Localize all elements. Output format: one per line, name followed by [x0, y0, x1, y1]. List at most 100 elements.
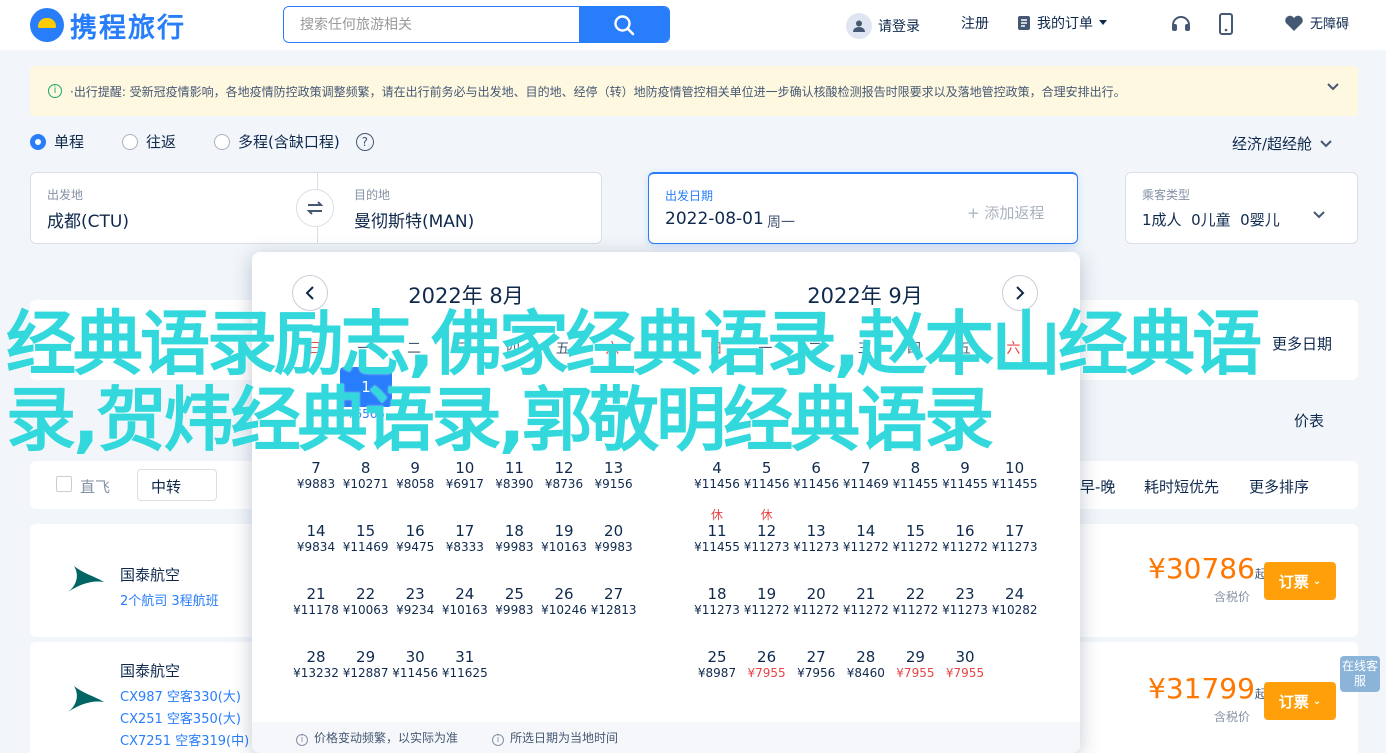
trip-type-round-trip[interactable]: 往返	[122, 131, 176, 152]
holiday-tag	[840, 571, 892, 585]
logo-text: 携程旅行	[70, 12, 186, 44]
calendar-day[interactable]: 29 ¥7955	[889, 634, 941, 680]
accessibility-label: 无障碍	[1310, 17, 1350, 32]
calendar-day[interactable]: 24 ¥10282	[989, 571, 1041, 617]
calendar-day[interactable]: 29 ¥12887	[340, 634, 392, 680]
sort-shortest[interactable]: 耗时短优先	[1144, 476, 1219, 497]
calendar-day[interactable]: 20 ¥11272	[790, 571, 842, 617]
mobile-app-button[interactable]	[1219, 13, 1233, 35]
flight-detail[interactable]: CX251 空客350(大)	[120, 708, 241, 727]
flight-detail[interactable]: CX987 空客330(大)	[120, 686, 241, 705]
day-price: ¥11272	[842, 540, 889, 554]
search-input[interactable]	[284, 7, 579, 42]
price-table-link[interactable]: 价表	[1294, 410, 1324, 431]
transfer-filter[interactable]: 中转	[137, 469, 217, 501]
day-price: ¥9983	[495, 603, 534, 617]
origin-field[interactable]: 出发地 成都(CTU)	[31, 173, 317, 243]
day-price: ¥11456	[392, 666, 439, 680]
search-button[interactable]	[579, 7, 669, 42]
flight-detail[interactable]: 2个航司 3程航班	[120, 590, 219, 609]
calendar-day[interactable]: 24 ¥10163	[439, 571, 491, 617]
cabin-class-select[interactable]: 经济/超经舱	[1232, 133, 1332, 154]
day-price: ¥11272	[743, 603, 790, 617]
calendar-day[interactable]: 18 ¥9983	[488, 508, 540, 554]
customer-service-button[interactable]	[1170, 13, 1192, 35]
register-link[interactable]: 注册	[961, 13, 989, 33]
calendar-day[interactable]: 27 ¥7956	[790, 634, 842, 680]
holiday-tag	[439, 508, 491, 522]
date-value: 2022-08-01	[665, 209, 764, 229]
calendar-day[interactable]: 28 ¥8460	[840, 634, 892, 680]
calendar-day[interactable]: 30 ¥11456	[389, 634, 441, 680]
transfer-label: 中转	[151, 478, 182, 496]
checkbox-icon[interactable]	[56, 476, 72, 492]
logo[interactable]: 携程旅行	[30, 6, 186, 44]
login-link[interactable]: 请登录	[846, 13, 920, 39]
departure-date-field[interactable]: 出发日期 2022-08-01 周一 + 添加返程	[648, 172, 1078, 244]
calendar-day[interactable]: 22 ¥10063	[340, 571, 392, 617]
holiday-tag	[290, 634, 342, 648]
calendar-day[interactable]: 25 ¥8987	[691, 634, 743, 680]
day-price: ¥7955	[945, 666, 985, 680]
add-return-button[interactable]: + 添加返程	[967, 202, 1044, 223]
calendar-day[interactable]: 21 ¥11178	[290, 571, 342, 617]
swap-cities-button[interactable]	[296, 189, 334, 227]
chevron-down-icon[interactable]	[1326, 80, 1340, 94]
calendar-day[interactable]: 18 ¥11273	[691, 571, 743, 617]
calendar-day[interactable]: 21 ¥11272	[840, 571, 892, 617]
passenger-field[interactable]: 乘客类型 1成人 0儿童 0婴儿	[1125, 172, 1358, 244]
calendar-day[interactable]: 26 ¥10246	[538, 571, 590, 617]
heart-hand-icon	[1285, 15, 1303, 31]
calendar-day[interactable]: 16 ¥11272	[939, 508, 991, 554]
calendar-day[interactable]: 23 ¥11273	[939, 571, 991, 617]
holiday-tag	[889, 508, 941, 522]
calendar-day[interactable]: 31 ¥11625	[439, 634, 491, 680]
sort-early-late[interactable]: 早-晚	[1080, 476, 1115, 497]
help-icon[interactable]: ?	[355, 132, 374, 151]
calendar-day[interactable]: 休 12 ¥11273	[741, 508, 793, 554]
passenger-label: 乘客类型	[1142, 188, 1191, 202]
info-icon: i	[296, 734, 308, 746]
tax-note: 含税价	[1214, 590, 1251, 604]
calendar-day[interactable]: 27 ¥12813	[588, 571, 640, 617]
calendar-day[interactable]: 14 ¥11272	[840, 508, 892, 554]
my-orders-menu[interactable]: 我的订单	[1017, 13, 1107, 33]
destination-field[interactable]: 目的地 曼彻斯特(MAN)	[317, 173, 603, 243]
day-number: 8	[910, 459, 921, 477]
day-number: 10	[1005, 459, 1025, 477]
calendar-day[interactable]: 休 11 ¥11455	[691, 508, 743, 554]
book-button[interactable]: 订票 ⌄	[1264, 562, 1336, 600]
calendar-day[interactable]: 25 ¥9983	[488, 571, 540, 617]
trip-type-one-way[interactable]: 单程	[30, 131, 84, 152]
book-button[interactable]: 订票 ⌄	[1264, 682, 1336, 720]
calendar-day[interactable]: 15 ¥11272	[889, 508, 941, 554]
calendar-day[interactable]: 30 ¥7955	[939, 634, 991, 680]
holiday-tag	[840, 508, 892, 522]
holiday-tag	[588, 508, 640, 522]
calendar-day[interactable]: 13 ¥11273	[790, 508, 842, 554]
calendar-day[interactable]: 28 ¥13232	[290, 634, 342, 680]
accessibility-button[interactable]: 无障碍	[1284, 13, 1349, 32]
trip-type-multi-city[interactable]: 多程(含缺口程)?	[214, 131, 374, 152]
calendar-day[interactable]: 26 ¥7955	[741, 634, 793, 680]
day-price: ¥8333	[445, 540, 484, 554]
day-number: 8	[360, 459, 371, 477]
calendar-day[interactable]: 15 ¥11469	[340, 508, 392, 554]
online-service-button[interactable]: 在线客服	[1340, 656, 1380, 692]
day-number: 28	[306, 648, 326, 666]
calendar-day[interactable]: 22 ¥11272	[889, 571, 941, 617]
calendar-day[interactable]: 17 ¥8333	[439, 508, 491, 554]
calendar-day[interactable]: 16 ¥9475	[389, 508, 441, 554]
day-price: ¥8736	[544, 477, 584, 491]
calendar-day[interactable]: 14 ¥9834	[290, 508, 342, 554]
calendar-day[interactable]: 20 ¥9983	[588, 508, 640, 554]
flight-detail[interactable]: CX7251 空客319(中)	[120, 730, 249, 749]
calendar-day[interactable]: 19 ¥11272	[741, 571, 793, 617]
day-number: 30	[405, 648, 425, 666]
calendar-day[interactable]: 23 ¥9234	[389, 571, 441, 617]
calendar-day[interactable]: 17 ¥11273	[989, 508, 1041, 554]
calendar-day[interactable]: 19 ¥10163	[538, 508, 590, 554]
day-price: ¥7956	[797, 666, 836, 680]
sort-more[interactable]: 更多排序	[1249, 476, 1309, 497]
origin-label: 出发地	[47, 188, 84, 202]
